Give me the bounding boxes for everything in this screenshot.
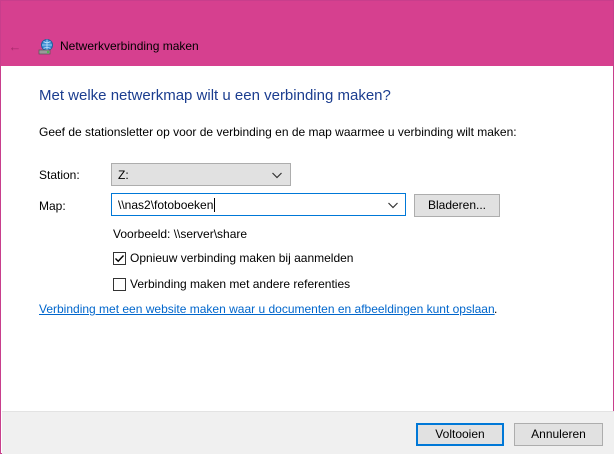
example-text: Voorbeeld: \\server\share <box>113 227 248 241</box>
map-path-value: \\nas2\fotoboeken <box>118 198 214 212</box>
window-title: Netwerkverbinding maken <box>60 39 199 53</box>
reconnect-label: Opnieuw verbinding maken bij aanmelden <box>130 251 354 265</box>
website-link[interactable]: Verbinding met een website maken waar u … <box>39 302 495 316</box>
instruction-text: Geef de stationsletter op voor de verbin… <box>39 125 517 139</box>
reconnect-checkbox[interactable] <box>113 251 126 265</box>
other-credentials-checkbox[interactable] <box>113 277 126 291</box>
map-path-input[interactable]: \\nas2\fotoboeken <box>111 193 406 216</box>
title-bar: ← Netwerkverbinding maken <box>1 1 613 66</box>
back-arrow-icon[interactable]: ← <box>7 39 23 55</box>
page-heading: Met welke netwerkmap wilt u een verbindi… <box>39 87 391 104</box>
station-label: Station: <box>39 168 80 182</box>
browse-button[interactable]: Bladeren... <box>414 194 500 217</box>
reconnect-option[interactable]: Opnieuw verbinding maken bij aanmelden <box>113 250 353 266</box>
website-link-suffix: . <box>494 302 498 316</box>
chevron-down-icon[interactable] <box>386 198 400 212</box>
other-credentials-label: Verbinding maken met andere referenties <box>130 277 351 291</box>
chevron-down-icon <box>270 168 284 182</box>
cancel-button[interactable]: Annuleren <box>514 423 603 446</box>
checkmark-icon <box>115 254 125 262</box>
station-value: Z: <box>118 168 129 182</box>
network-drive-icon <box>38 38 55 55</box>
text-caret <box>214 198 216 212</box>
map-label: Map: <box>39 199 66 213</box>
other-credentials-option[interactable]: Verbinding maken met andere referenties <box>113 276 350 292</box>
finish-button[interactable]: Voltooien <box>416 423 504 446</box>
map-network-drive-dialog: ← Netwerkverbinding maken Met welke netw… <box>0 0 614 454</box>
station-dropdown[interactable]: Z: <box>111 163 291 186</box>
